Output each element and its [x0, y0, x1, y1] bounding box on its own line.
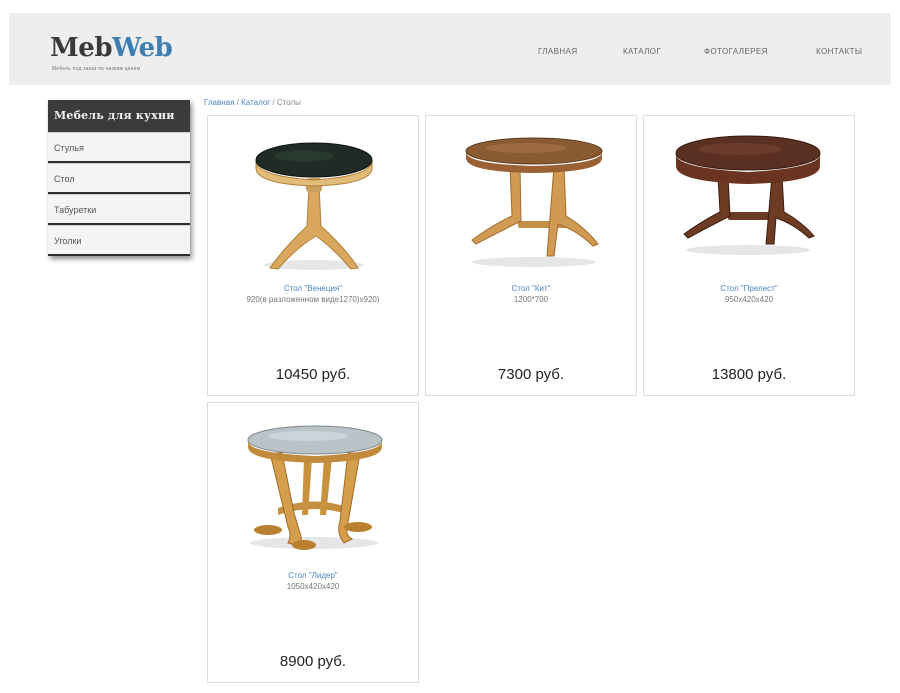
breadcrumb-current: Столы — [276, 98, 301, 107]
product-dimensions: 920(в разложенном виде1270)х920) — [246, 295, 380, 304]
logo-tagline: Мебель под заказ по низким ценам — [52, 66, 141, 72]
product-price: 7300 руб. — [497, 366, 565, 383]
sidebar-item-corners[interactable]: Уголки — [48, 225, 190, 256]
nav-gallery[interactable]: ФОТОГАЛЕРЕЯ — [704, 47, 768, 56]
breadcrumb: Главная / Каталог / Столы — [204, 98, 301, 107]
product-card[interactable]: Стол "Прелест" 950x420x420 13800 руб. — [643, 115, 855, 396]
nav-home[interactable]: ГЛАВНАЯ — [538, 47, 578, 56]
sidebar-item-table[interactable]: Стол — [48, 163, 190, 194]
nav-contacts[interactable]: КОНТАКТЫ — [816, 47, 862, 56]
logo-text-meb: Meb — [50, 33, 113, 63]
sidebar-item-stools[interactable]: Табуретки — [48, 194, 190, 225]
product-price: 13800 руб. — [711, 366, 787, 383]
dark-oval-table-icon[interactable] — [644, 116, 854, 281]
oval-table-icon[interactable] — [426, 116, 636, 281]
product-dimensions: 1050x420x420 — [286, 582, 340, 591]
grey-top-table-icon[interactable] — [208, 403, 418, 568]
product-price: 8900 руб. — [279, 653, 347, 670]
logo[interactable]: MebWeb — [50, 33, 173, 63]
breadcrumb-separator: / — [270, 98, 277, 107]
product-name[interactable]: Стол "Лидер" — [208, 571, 418, 580]
product-dimensions: 1200*700 — [513, 295, 549, 304]
product-card[interactable]: Стол "Венеция" 920(в разложенном виде127… — [207, 115, 419, 396]
logo-text-web: Web — [112, 33, 173, 63]
sidebar-title: Мебель для кухни — [48, 100, 190, 132]
round-table-icon[interactable] — [208, 116, 418, 281]
product-dimensions: 950x420x420 — [724, 295, 774, 304]
sidebar-item-chairs[interactable]: Стулья — [48, 132, 190, 163]
sidebar-menu: Мебель для кухни Стулья Стол Табуретки У… — [48, 100, 190, 256]
product-price: 10450 руб. — [275, 366, 351, 383]
nav-catalog[interactable]: КАТАЛОГ — [623, 47, 661, 56]
product-name[interactable]: Стол "Кит" — [426, 284, 636, 293]
product-name[interactable]: Стол "Венеция" — [208, 284, 418, 293]
breadcrumb-home[interactable]: Главная — [204, 98, 234, 107]
breadcrumb-catalog[interactable]: Каталог — [241, 98, 270, 107]
product-card[interactable]: Стол "Лидер" 1050x420x420 8900 руб. — [207, 402, 419, 683]
product-card[interactable]: Стол "Кит" 1200*700 7300 руб. — [425, 115, 637, 396]
product-name[interactable]: Стол "Прелест" — [644, 284, 854, 293]
site-header: MebWeb Мебель под заказ по низким ценам … — [9, 13, 891, 85]
